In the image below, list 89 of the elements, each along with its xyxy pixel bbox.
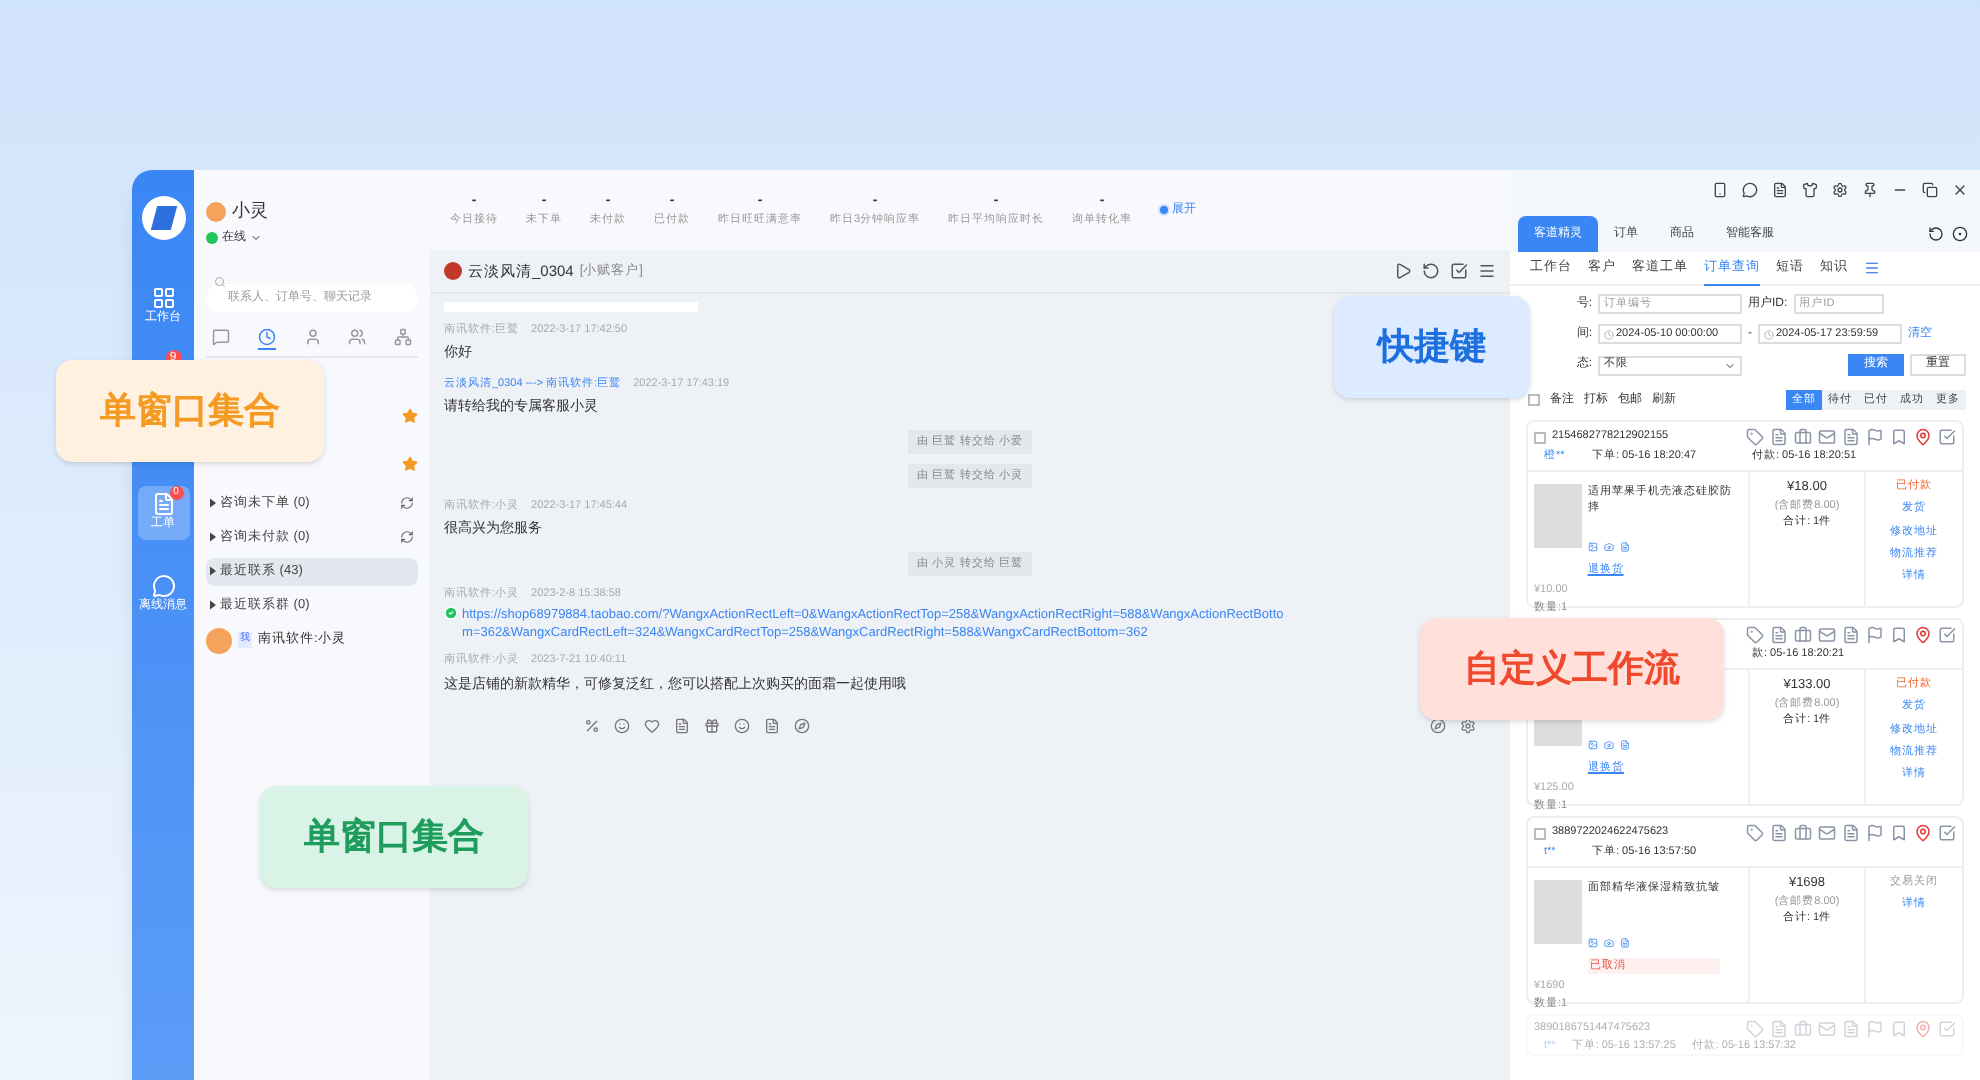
nav-icon (151, 574, 175, 598)
order-tool-icon[interactable] (1842, 626, 1860, 644)
order-tool-icon[interactable] (1770, 824, 1788, 842)
caret-icon[interactable] (210, 532, 216, 542)
order-tool-icon[interactable] (1818, 626, 1836, 644)
order-tool-icon[interactable] (1914, 428, 1932, 446)
user-name: 小灵 (232, 198, 268, 224)
toolbar-icon[interactable] (1430, 718, 1446, 734)
history-icon[interactable] (1422, 262, 1440, 280)
clock-icon (1764, 329, 1774, 339)
feature-callout: 单窗口集合 (260, 786, 528, 888)
avatar (444, 262, 462, 280)
order-tool-icon[interactable] (1770, 428, 1788, 446)
nav-icon (151, 286, 175, 310)
camera-icon[interactable] (1603, 542, 1614, 552)
window-control-icon[interactable] (1802, 182, 1818, 198)
window-control-icon[interactable] (1862, 182, 1878, 198)
order-tool-icon[interactable] (1746, 626, 1764, 644)
clock-icon (1604, 329, 1614, 339)
image-icon[interactable] (1587, 542, 1598, 552)
window-control-icon[interactable] (1742, 182, 1758, 198)
refresh-icon[interactable] (400, 496, 414, 510)
order-tool-icon[interactable] (1818, 428, 1836, 446)
refresh-icon[interactable] (1928, 226, 1944, 242)
feature-callout: 快捷键 (1334, 296, 1530, 398)
order-tool-icon[interactable] (1818, 824, 1836, 842)
toolbar-icon[interactable] (794, 718, 810, 734)
refresh-icon[interactable] (400, 530, 414, 544)
contact-tab[interactable] (394, 327, 412, 349)
menu-icon[interactable] (1864, 260, 1880, 276)
toolbar-icon[interactable] (614, 718, 630, 734)
menu-icon[interactable] (1478, 262, 1496, 280)
order-tool-icon[interactable] (1746, 824, 1764, 842)
image-icon[interactable] (1588, 938, 1598, 948)
window-control-icon[interactable] (1832, 182, 1848, 198)
toolbar-icon[interactable] (764, 718, 780, 734)
check-icon (444, 606, 458, 621)
order-tool-icon[interactable] (1794, 428, 1812, 446)
toolbar-icon[interactable] (584, 718, 600, 734)
order-tool-icon[interactable] (1938, 626, 1956, 644)
feature-callout: 自定义工作流 (1420, 618, 1724, 720)
window-control-icon[interactable] (1772, 182, 1788, 198)
file-icon[interactable] (1620, 740, 1630, 750)
avatar (206, 201, 226, 222)
toolbar-icon[interactable] (734, 718, 750, 734)
contact-tab[interactable] (303, 327, 321, 349)
order-tool-icon[interactable] (1770, 626, 1788, 644)
order-tool-icon[interactable] (1938, 824, 1956, 842)
checkbox[interactable] (1534, 431, 1546, 443)
order-tool-icon[interactable] (1914, 824, 1932, 842)
window-control-icon[interactable] (1952, 182, 1968, 198)
order-tool-icon[interactable] (1914, 626, 1932, 644)
order-tool-icon[interactable] (1794, 626, 1812, 644)
order-tool-icon[interactable] (1842, 428, 1860, 446)
file-icon[interactable] (1620, 938, 1630, 948)
photo-placeholder (1534, 880, 1582, 944)
contact-tab[interactable] (257, 327, 276, 349)
feature-callout: 单窗口集合 (56, 360, 324, 462)
order-tool-icon[interactable] (1938, 428, 1956, 446)
avatar (206, 627, 232, 653)
nav-icon (151, 492, 175, 516)
toolbar-icon[interactable] (1460, 718, 1476, 734)
caret-icon[interactable] (210, 566, 216, 576)
image-icon[interactable] (1588, 740, 1598, 750)
photo-placeholder (1534, 484, 1582, 548)
caret-icon[interactable] (210, 498, 216, 508)
caret-icon (1724, 359, 1736, 371)
star-icon[interactable] (402, 455, 418, 471)
checkbox[interactable] (1528, 394, 1540, 406)
toolbar-icon[interactable] (674, 718, 690, 734)
order-tool-icon[interactable] (1746, 428, 1764, 446)
search-icon (214, 275, 226, 287)
play-icon[interactable] (1394, 262, 1412, 280)
contact-tab[interactable] (212, 327, 230, 349)
window-control-icon[interactable] (1712, 182, 1728, 198)
toolbar-icon[interactable] (704, 718, 720, 734)
window-control-icon[interactable] (1922, 182, 1938, 198)
order-tool-icon[interactable] (1842, 824, 1860, 842)
check-icon[interactable] (1450, 262, 1468, 280)
caret-icon[interactable] (210, 600, 216, 610)
contact-tab[interactable] (348, 327, 367, 349)
toolbar-icon[interactable] (644, 718, 660, 734)
camera-icon[interactable] (1604, 938, 1614, 948)
app-logo (141, 196, 185, 240)
star-icon[interactable] (402, 407, 418, 423)
order-tool-icon[interactable] (1794, 824, 1812, 842)
camera-icon[interactable] (1604, 740, 1614, 750)
checkbox[interactable] (1534, 827, 1546, 839)
file-icon[interactable] (1619, 542, 1630, 552)
